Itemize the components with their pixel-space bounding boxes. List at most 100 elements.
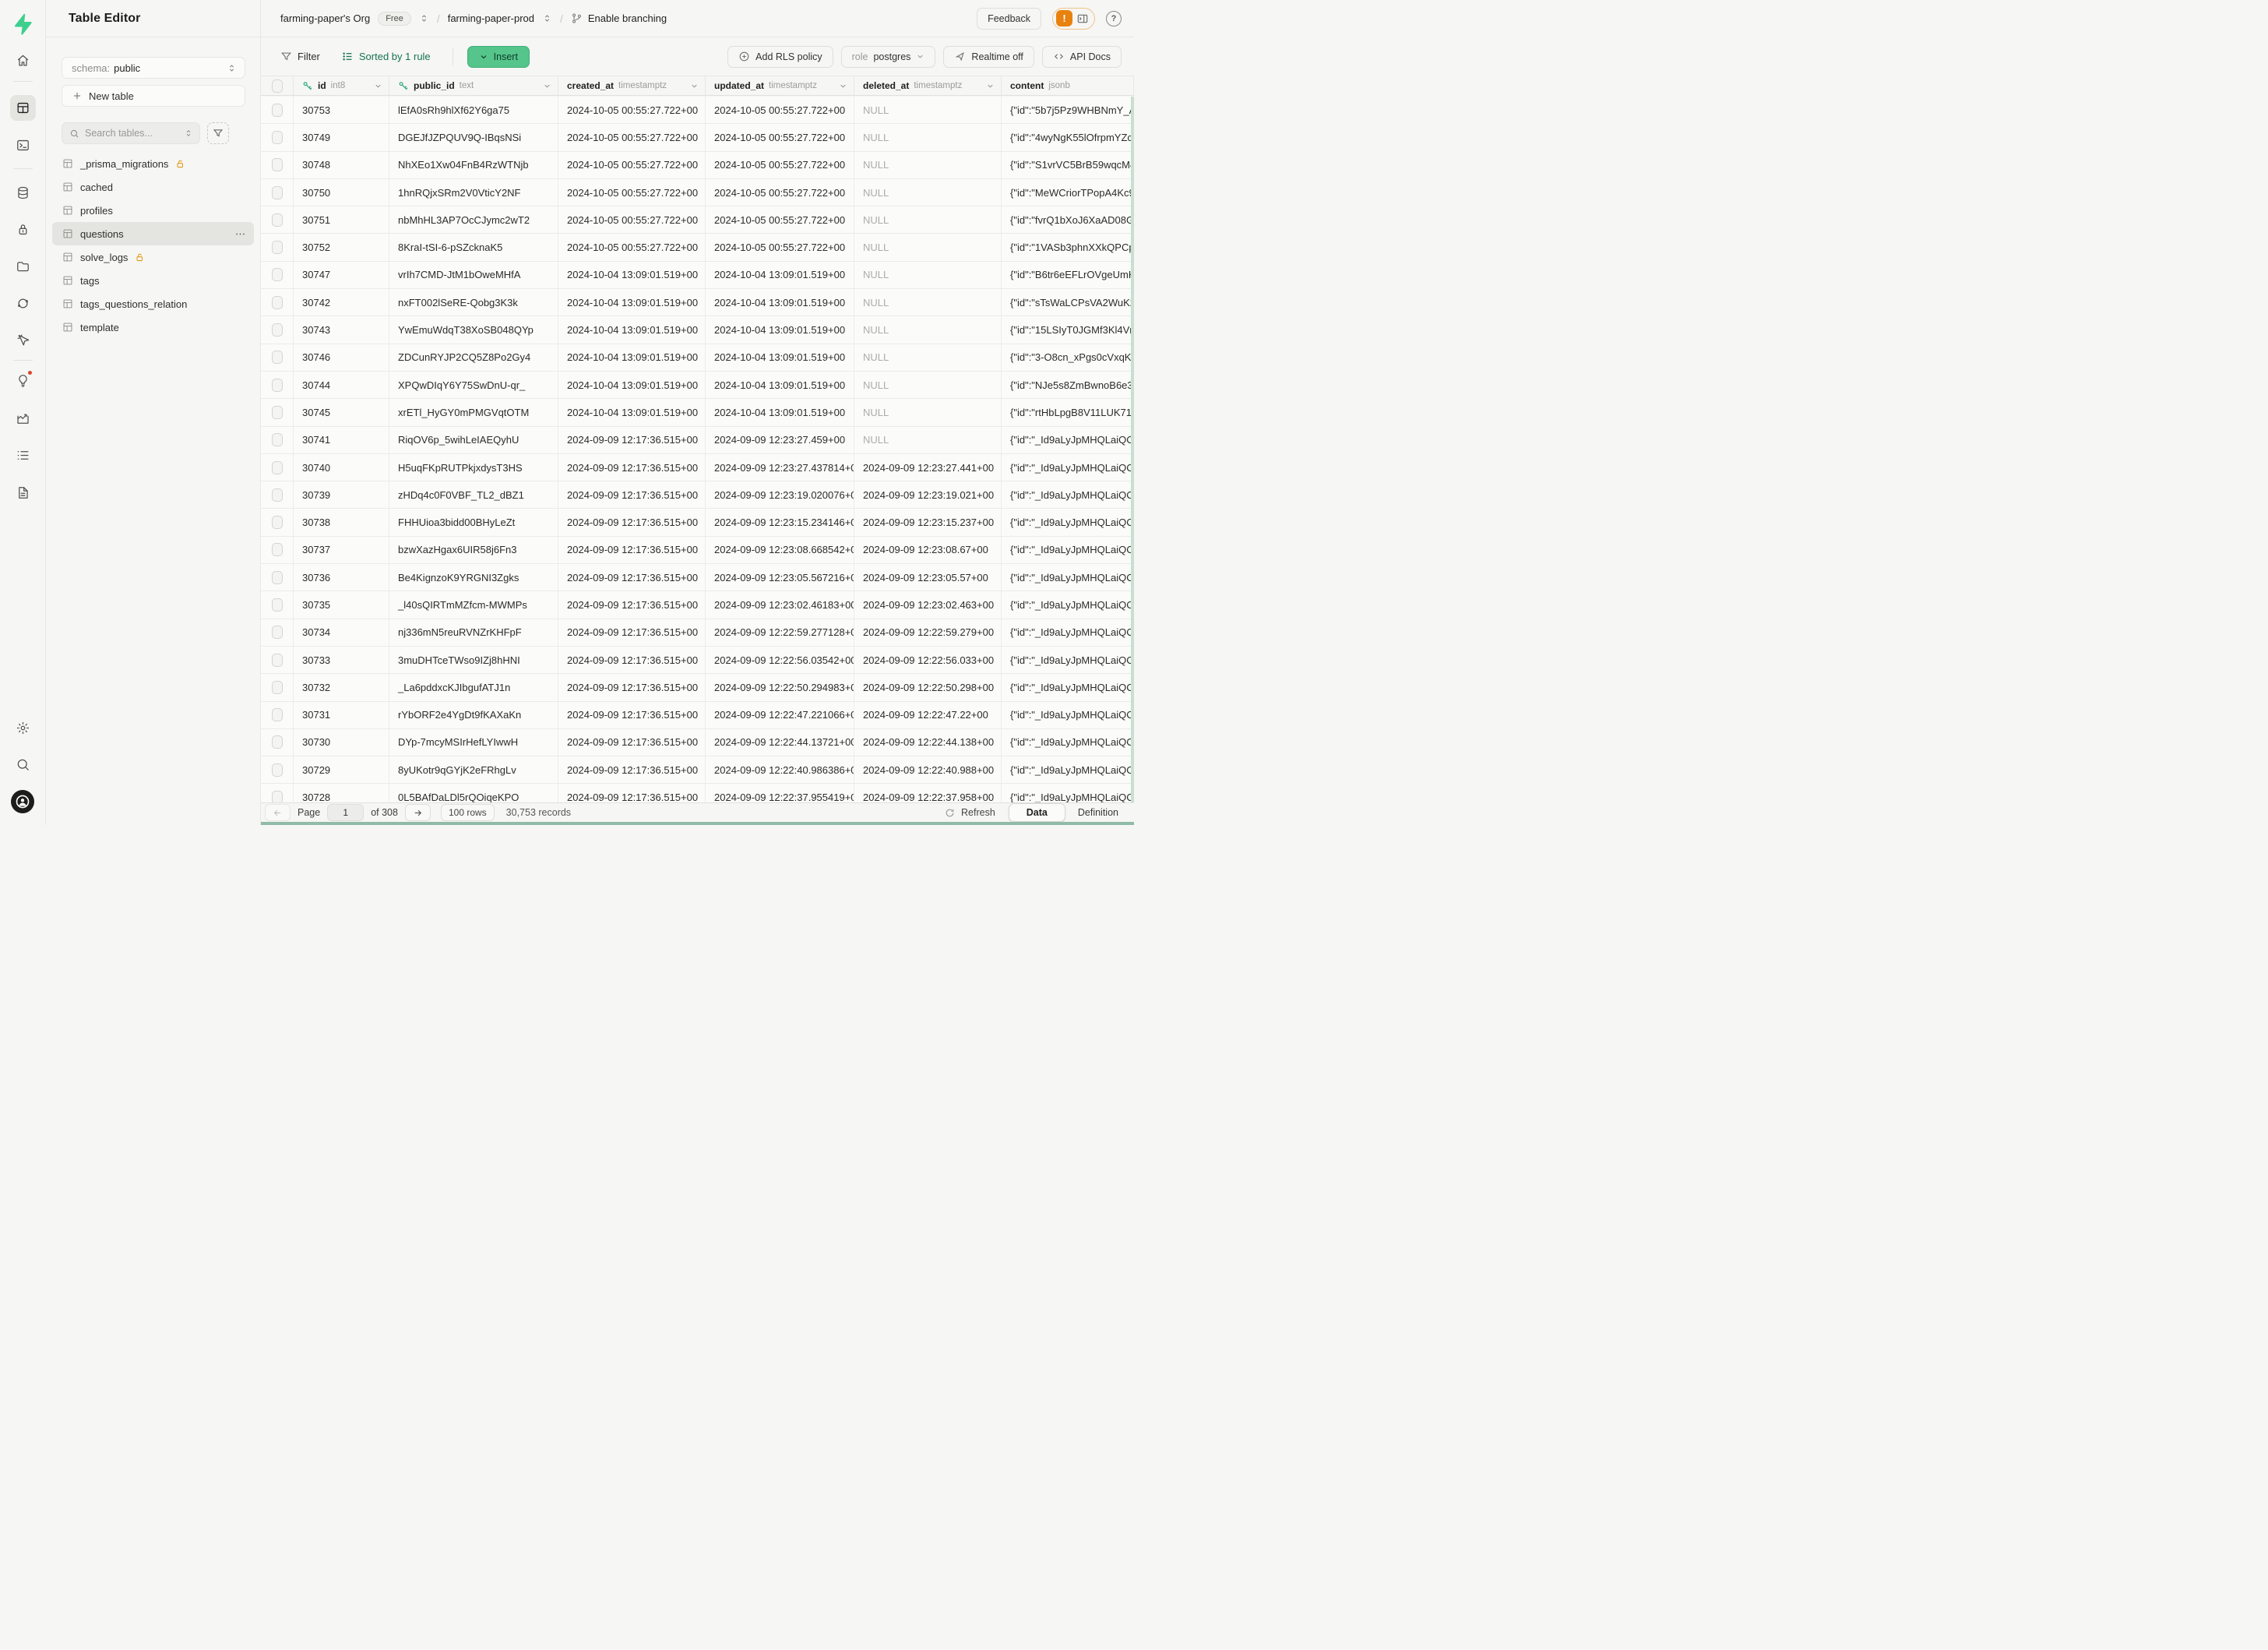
rows-per-page-button[interactable]: 100 rows bbox=[441, 804, 495, 821]
cell-deleted_at[interactable]: NULL bbox=[854, 399, 1002, 425]
cell-updated_at[interactable]: 2024-09-09 12:23:27.459+00 bbox=[706, 427, 854, 453]
cell-public_id[interactable]: DYp-7mcyMSIrHefLYIwwH bbox=[389, 729, 558, 756]
cell-id[interactable]: 30734 bbox=[294, 619, 389, 646]
cell-content[interactable]: {"id":"_Id9aLyJpMHQLaiQC bbox=[1002, 591, 1134, 618]
cell-updated_at[interactable]: 2024-09-09 12:23:19.020076+00 bbox=[706, 481, 854, 508]
cell-content[interactable]: {"id":"_Id9aLyJpMHQLaiQC bbox=[1002, 729, 1134, 756]
cell-updated_at[interactable]: 2024-10-04 13:09:01.519+00 bbox=[706, 399, 854, 425]
cell-id[interactable]: 30744 bbox=[294, 372, 389, 398]
cell-updated_at[interactable]: 2024-10-04 13:09:01.519+00 bbox=[706, 289, 854, 316]
cell-id[interactable]: 30738 bbox=[294, 509, 389, 535]
cell-created_at[interactable]: 2024-10-04 13:09:01.519+00 bbox=[558, 262, 706, 288]
sidebar-table-item-tags_questions_relation[interactable]: tags_questions_relation bbox=[52, 292, 254, 316]
cell-id[interactable]: 30742 bbox=[294, 289, 389, 316]
cell-created_at[interactable]: 2024-09-09 12:17:36.515+00 bbox=[558, 674, 706, 700]
cell-deleted_at[interactable]: NULL bbox=[854, 262, 1002, 288]
cell-deleted_at[interactable]: 2024-09-09 12:22:47.22+00 bbox=[854, 702, 1002, 728]
column-menu-chevron-icon[interactable] bbox=[374, 82, 382, 90]
cell-content[interactable]: {"id":"3-O8cn_xPgs0cVxqKB bbox=[1002, 344, 1134, 371]
cell-created_at[interactable]: 2024-09-09 12:17:36.515+00 bbox=[558, 702, 706, 728]
api-docs-button[interactable]: API Docs bbox=[1042, 46, 1122, 68]
rail-item-logs[interactable] bbox=[10, 442, 36, 468]
cell-public_id[interactable]: 8yUKotr9qGYjK2eFRhgLv bbox=[389, 756, 558, 783]
horizontal-scrollbar[interactable] bbox=[261, 822, 1134, 825]
row-checkbox[interactable] bbox=[272, 351, 283, 364]
row-checkbox[interactable] bbox=[272, 488, 283, 502]
cell-deleted_at[interactable]: NULL bbox=[854, 234, 1002, 260]
cell-public_id[interactable]: YwEmuWdqT38XoSB048QYp bbox=[389, 316, 558, 343]
cell-public_id[interactable]: 8KraI-tSI-6-pSZcknaK5 bbox=[389, 234, 558, 260]
cell-created_at[interactable]: 2024-10-05 00:55:27.722+00 bbox=[558, 152, 706, 178]
cell-created_at[interactable]: 2024-09-09 12:17:36.515+00 bbox=[558, 509, 706, 535]
cell-updated_at[interactable]: 2024-09-09 12:23:05.567216+00 bbox=[706, 564, 854, 591]
cell-updated_at[interactable]: 2024-09-09 12:22:44.13721+00 bbox=[706, 729, 854, 756]
cell-deleted_at[interactable]: NULL bbox=[854, 124, 1002, 150]
cell-public_id[interactable]: _l40sQIRTmMZfcm-MWMPs bbox=[389, 591, 558, 618]
cell-deleted_at[interactable]: NULL bbox=[854, 97, 1002, 123]
column-menu-chevron-icon[interactable] bbox=[986, 82, 995, 90]
cell-created_at[interactable]: 2024-10-04 13:09:01.519+00 bbox=[558, 399, 706, 425]
select-all-checkbox[interactable] bbox=[272, 79, 283, 93]
cell-deleted_at[interactable]: 2024-09-09 12:22:56.033+00 bbox=[854, 647, 1002, 673]
supabase-logo-icon[interactable] bbox=[11, 12, 34, 36]
row-checkbox[interactable] bbox=[272, 654, 283, 667]
row-checkbox[interactable] bbox=[272, 158, 283, 171]
cell-deleted_at[interactable]: 2024-09-09 12:23:15.237+00 bbox=[854, 509, 1002, 535]
cell-public_id[interactable]: XPQwDIqY6Y75SwDnU-qr_ bbox=[389, 372, 558, 398]
realtime-toggle-button[interactable]: Realtime off bbox=[943, 46, 1034, 68]
cell-content[interactable]: {"id":"_Id9aLyJpMHQLaiQC bbox=[1002, 702, 1134, 728]
row-checkbox[interactable] bbox=[272, 104, 283, 117]
cell-id[interactable]: 30749 bbox=[294, 124, 389, 150]
cell-deleted_at[interactable]: 2024-09-09 12:22:40.988+00 bbox=[854, 756, 1002, 783]
rail-item-home[interactable] bbox=[10, 48, 36, 73]
org-switcher-chevrons-icon[interactable] bbox=[419, 13, 429, 23]
cell-content[interactable]: {"id":"_Id9aLyJpMHQLaiQC bbox=[1002, 509, 1134, 535]
cell-deleted_at[interactable]: NULL bbox=[854, 316, 1002, 343]
breadcrumb-org[interactable]: farming-paper's Org bbox=[280, 12, 370, 24]
table-list-filter-button[interactable] bbox=[207, 122, 229, 144]
sidebar-table-item-profiles[interactable]: profiles bbox=[52, 199, 254, 222]
cell-content[interactable]: {"id":"sTsWaLCPsVA2WuK2 bbox=[1002, 289, 1134, 316]
tab-data[interactable]: Data bbox=[1009, 803, 1065, 822]
table-item-menu-icon[interactable] bbox=[234, 228, 246, 240]
cell-public_id[interactable]: 1hnRQjxSRm2V0VticY2NF bbox=[389, 179, 558, 206]
cell-public_id[interactable]: Be4KignzoK9YRGNI3Zgks bbox=[389, 564, 558, 591]
cell-id[interactable]: 30740 bbox=[294, 454, 389, 481]
rail-item-settings[interactable] bbox=[10, 715, 36, 741]
sort-button[interactable]: Sorted by 1 rule bbox=[342, 51, 431, 62]
cell-deleted_at[interactable]: NULL bbox=[854, 427, 1002, 453]
cell-updated_at[interactable]: 2024-10-04 13:09:01.519+00 bbox=[706, 262, 854, 288]
cell-content[interactable]: {"id":"MeWCriorTPopA4Kc9 bbox=[1002, 179, 1134, 206]
cell-created_at[interactable]: 2024-10-05 00:55:27.722+00 bbox=[558, 206, 706, 233]
cell-public_id[interactable]: nbMhHL3AP7OcCJymc2wT2 bbox=[389, 206, 558, 233]
cell-created_at[interactable]: 2024-09-09 12:17:36.515+00 bbox=[558, 729, 706, 756]
cell-deleted_at[interactable]: 2024-09-09 12:22:44.138+00 bbox=[854, 729, 1002, 756]
row-checkbox[interactable] bbox=[272, 681, 283, 694]
cell-deleted_at[interactable]: 2024-09-09 12:22:50.298+00 bbox=[854, 674, 1002, 700]
cell-id[interactable]: 30729 bbox=[294, 756, 389, 783]
row-checkbox[interactable] bbox=[272, 131, 283, 144]
cell-public_id[interactable]: H5uqFKpRUTPkjxdysT3HS bbox=[389, 454, 558, 481]
cell-public_id[interactable]: DGEJfJZPQUV9Q-IBqsNSi bbox=[389, 124, 558, 150]
cell-content[interactable]: {"id":"_Id9aLyJpMHQLaiQC bbox=[1002, 619, 1134, 646]
cell-public_id[interactable]: bzwXazHgax6UIR58j6Fn3 bbox=[389, 537, 558, 563]
column-header-updated_at[interactable]: updated_attimestamptz bbox=[706, 76, 854, 95]
avatar[interactable] bbox=[11, 790, 34, 813]
search-tables-input[interactable] bbox=[85, 128, 171, 139]
cell-id[interactable]: 30752 bbox=[294, 234, 389, 260]
cell-deleted_at[interactable]: NULL bbox=[854, 372, 1002, 398]
cell-updated_at[interactable]: 2024-09-09 12:23:15.234146+00 bbox=[706, 509, 854, 535]
row-checkbox[interactable] bbox=[272, 708, 283, 721]
cell-public_id[interactable]: ZDCunRYJP2CQ5Z8Po2Gy4 bbox=[389, 344, 558, 371]
feedback-button[interactable]: Feedback bbox=[977, 8, 1041, 30]
cell-public_id[interactable]: 0L5BAfDaLDl5rQOiqeKPO bbox=[389, 784, 558, 802]
rail-item-table-editor[interactable] bbox=[10, 95, 36, 121]
rail-item-database[interactable] bbox=[10, 180, 36, 206]
rail-item-sql-editor[interactable] bbox=[10, 132, 36, 158]
cell-created_at[interactable]: 2024-10-05 00:55:27.722+00 bbox=[558, 124, 706, 150]
cell-updated_at[interactable]: 2024-09-09 12:22:47.221066+00 bbox=[706, 702, 854, 728]
cell-created_at[interactable]: 2024-09-09 12:17:36.515+00 bbox=[558, 647, 706, 673]
cell-id[interactable]: 30747 bbox=[294, 262, 389, 288]
breadcrumb-project[interactable]: farming-paper-prod bbox=[448, 12, 534, 24]
cell-updated_at[interactable]: 2024-10-04 13:09:01.519+00 bbox=[706, 316, 854, 343]
